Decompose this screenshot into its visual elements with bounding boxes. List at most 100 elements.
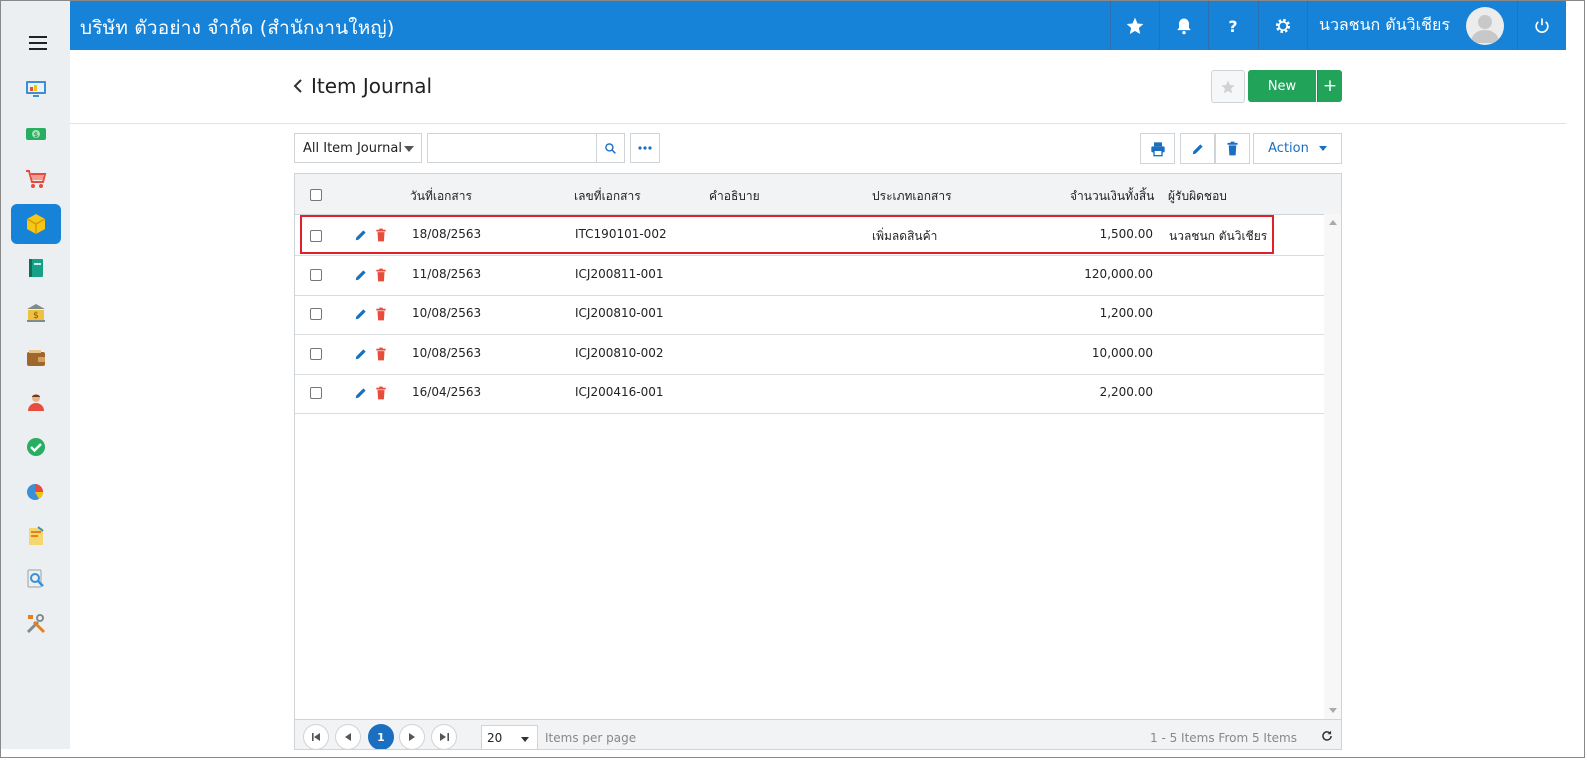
pencil-icon[interactable] xyxy=(354,386,368,400)
next-page-button[interactable] xyxy=(399,724,425,749)
first-page-icon xyxy=(311,733,320,741)
logout-button[interactable] xyxy=(1517,1,1566,50)
search-input[interactable] xyxy=(427,133,597,163)
trash-icon[interactable] xyxy=(375,268,387,282)
sidebar-item-sales[interactable] xyxy=(11,159,61,199)
power-icon xyxy=(1535,18,1549,33)
search-button[interactable] xyxy=(596,133,625,163)
bank-icon: $ xyxy=(27,304,45,322)
print-button[interactable] xyxy=(1140,133,1175,164)
sidebar-item-inventory[interactable] xyxy=(11,204,61,244)
page-number-button[interactable]: 1 xyxy=(368,724,394,749)
journal-filter-select[interactable]: All Item Journal xyxy=(294,133,422,163)
caret-down-icon xyxy=(404,146,414,152)
cell-date: 11/08/2563 xyxy=(412,267,482,281)
sidebar-item-reports[interactable] xyxy=(11,471,61,511)
page-header: Item Journal New + xyxy=(70,50,1566,124)
last-page-icon xyxy=(439,733,449,741)
pencil-icon[interactable] xyxy=(354,307,368,321)
sidebar-item-accounting[interactable] xyxy=(11,248,61,288)
delete-button[interactable] xyxy=(1215,133,1250,164)
printer-icon xyxy=(1150,141,1165,156)
trash-icon xyxy=(1227,141,1238,156)
new-button[interactable]: New xyxy=(1248,70,1316,102)
company-name[interactable]: บริษัท ตัวอย่าง จำกัด (สำนักงานใหญ่) xyxy=(80,13,394,43)
sidebar-item-settings[interactable] xyxy=(11,604,61,644)
help-button[interactable]: ? xyxy=(1208,1,1257,50)
col-header-total[interactable]: จำนวนเงินทั้งสิ้น xyxy=(1070,187,1154,206)
cell-total: 120,000.00 xyxy=(1084,267,1153,281)
select-all-checkbox[interactable] xyxy=(310,189,322,201)
tools-icon xyxy=(26,614,46,634)
sidebar-item-bank[interactable]: $ xyxy=(11,293,61,333)
pencil-icon[interactable] xyxy=(354,347,368,361)
add-favorite-button[interactable] xyxy=(1211,70,1245,103)
back-button[interactable]: Item Journal xyxy=(293,74,432,98)
cell-doc-no[interactable]: ICJ200416-001 xyxy=(575,385,664,399)
edit-button[interactable] xyxy=(1180,133,1215,164)
col-header-doc-type[interactable]: ประเภทเอกสาร xyxy=(872,187,952,206)
col-header-doc-no[interactable]: เลขที่เอกสาร xyxy=(574,187,641,206)
avatar[interactable] xyxy=(1466,7,1504,45)
col-header-description[interactable]: คำอธิบาย xyxy=(709,187,760,206)
pencil-icon[interactable] xyxy=(354,228,368,242)
user-avatar-icon xyxy=(1471,15,1499,43)
items-per-page-select[interactable]: 20 xyxy=(481,725,538,749)
sidebar-item-documents[interactable] xyxy=(11,516,61,556)
table-row[interactable]: 11/08/2563 ICJ200811-001 120,000.00 xyxy=(295,255,1324,296)
search-icon xyxy=(605,142,616,154)
table-row[interactable]: 18/08/2563 ITC190101-002 เพิ่มลดสินค้า 1… xyxy=(295,215,1324,256)
col-header-owner[interactable]: ผู้รับผิดชอบ xyxy=(1168,187,1227,206)
ellipsis-icon xyxy=(638,146,652,150)
caret-down-icon xyxy=(1318,146,1327,151)
svg-text:$: $ xyxy=(34,131,38,139)
col-header-date[interactable]: วันที่เอกสาร xyxy=(410,187,472,206)
money-icon: $ xyxy=(26,128,46,140)
row-checkbox[interactable] xyxy=(310,348,322,360)
row-checkbox[interactable] xyxy=(310,269,322,281)
sidebar-item-money[interactable]: $ xyxy=(11,114,61,154)
book-icon xyxy=(29,259,43,277)
chevron-left-icon xyxy=(293,79,302,93)
grid-scrollbar[interactable] xyxy=(1324,214,1341,719)
trash-icon[interactable] xyxy=(375,386,387,400)
first-page-button[interactable] xyxy=(303,724,329,749)
hamburger-menu-icon[interactable] xyxy=(29,36,47,50)
cell-doc-no[interactable]: ICJ200810-002 xyxy=(575,346,664,360)
cell-doc-no[interactable]: ICJ200810-001 xyxy=(575,306,664,320)
last-page-button[interactable] xyxy=(431,724,457,749)
scroll-down-icon[interactable] xyxy=(1329,708,1337,713)
cell-doc-no[interactable]: ITC190101-002 xyxy=(575,227,667,241)
pager: 1 20 Items per page 1 - 5 Items From 5 I… xyxy=(295,719,1341,749)
cell-total: 10,000.00 xyxy=(1091,346,1153,360)
scroll-up-icon[interactable] xyxy=(1329,220,1337,225)
cell-doc-type: เพิ่มลดสินค้า xyxy=(872,229,938,243)
table-row[interactable]: 10/08/2563 ICJ200810-001 1,200.00 xyxy=(295,294,1324,335)
prev-page-icon xyxy=(345,733,351,741)
row-checkbox[interactable] xyxy=(310,387,322,399)
row-checkbox[interactable] xyxy=(310,230,322,242)
sidebar-item-wallet[interactable] xyxy=(11,338,61,378)
refresh-icon[interactable] xyxy=(1320,729,1334,743)
table-row[interactable]: 16/04/2563 ICJ200416-001 2,200.00 xyxy=(295,373,1324,414)
sidebar-item-dashboard[interactable] xyxy=(11,69,61,109)
sidebar-item-search[interactable] xyxy=(11,559,61,599)
prev-page-button[interactable] xyxy=(335,724,361,749)
trash-icon[interactable] xyxy=(375,347,387,361)
more-options-button[interactable] xyxy=(630,133,660,163)
favorites-button[interactable] xyxy=(1110,1,1159,50)
table-row[interactable]: 10/08/2563 ICJ200810-002 10,000.00 xyxy=(295,334,1324,375)
trash-icon[interactable] xyxy=(375,307,387,321)
action-label: Action xyxy=(1268,141,1309,156)
settings-button[interactable] xyxy=(1258,1,1307,50)
pencil-icon[interactable] xyxy=(354,268,368,282)
new-options-button[interactable]: + xyxy=(1317,70,1342,102)
notifications-button[interactable] xyxy=(1159,1,1208,50)
pager-summary: 1 - 5 Items From 5 Items xyxy=(1150,731,1297,745)
cell-doc-no[interactable]: ICJ200811-001 xyxy=(575,267,664,281)
trash-icon[interactable] xyxy=(375,228,387,242)
sidebar-item-approval[interactable] xyxy=(11,427,61,467)
action-dropdown[interactable]: Action xyxy=(1253,133,1342,164)
sidebar-item-hr[interactable] xyxy=(11,382,61,422)
row-checkbox[interactable] xyxy=(310,308,322,320)
